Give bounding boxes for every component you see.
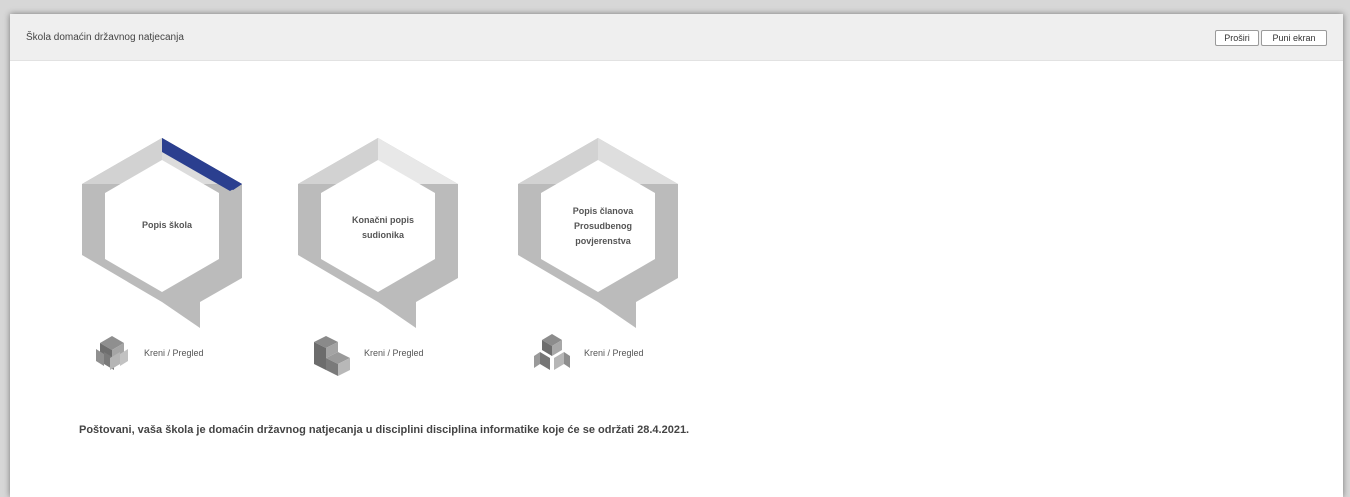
cube-stair-icon <box>314 336 350 376</box>
tile-label-line: Popis članova <box>572 206 634 216</box>
app-window: Škola domaćin državnog natjecanja Prošir… <box>10 14 1343 497</box>
tile-label: Popis škola <box>132 218 202 233</box>
tile-label-line: Popis škola <box>141 220 193 230</box>
notice-message: Poštovani, vaša škola je domaćin državno… <box>79 424 690 436</box>
cube-stack-icon <box>96 336 128 370</box>
tile-final-participants[interactable]: Konačni popis sudionika <box>298 138 468 328</box>
cube-cluster-icon <box>534 334 570 370</box>
title-bar: Škola domaćin državnog natjecanja Prošir… <box>10 14 1343 61</box>
tile-label-line: Konačni popis <box>351 215 414 225</box>
tile-school-list[interactable]: Popis škola <box>82 138 252 328</box>
go-link-school-list[interactable]: Kreni / Pregled <box>92 332 232 378</box>
tile-committee-members[interactable]: Popis članova Prosudbenog povjerenstva <box>518 138 688 328</box>
go-link-label: Kreni / Pregled <box>144 348 204 358</box>
go-link-final-participants[interactable]: Kreni / Pregled <box>312 332 452 378</box>
tile-label: Konačni popis sudionika <box>348 213 418 243</box>
go-link-label: Kreni / Pregled <box>364 348 424 358</box>
go-link-committee-members[interactable]: Kreni / Pregled <box>532 332 672 378</box>
fullscreen-button[interactable]: Puni ekran <box>1261 30 1327 46</box>
tile-label-line: Prosudbenog <box>574 221 632 231</box>
tile-label-line: povjerenstva <box>575 236 631 246</box>
tile-label: Popis članova Prosudbenog povjerenstva <box>568 204 638 249</box>
tile-label-line: sudionika <box>361 230 404 240</box>
page-title: Škola domaćin državnog natjecanja <box>26 32 184 43</box>
hexagon-progress-icon <box>82 138 242 328</box>
go-link-label: Kreni / Pregled <box>584 348 644 358</box>
expand-button[interactable]: Proširi <box>1215 30 1259 46</box>
